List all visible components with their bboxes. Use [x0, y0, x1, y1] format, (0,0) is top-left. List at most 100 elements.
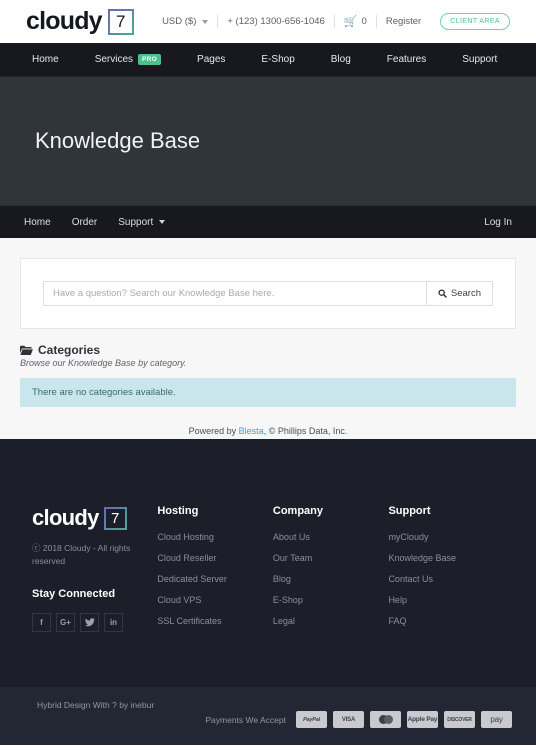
client-area-button[interactable]: CLIENT AREA: [440, 13, 510, 30]
search-form: Search: [43, 281, 493, 306]
footer-link[interactable]: Our Team: [273, 553, 389, 563]
footer-logo[interactable]: cloudy 7: [32, 505, 157, 531]
subnav-item-home[interactable]: Home: [24, 217, 51, 228]
amazon-pay-icon: pay: [481, 711, 512, 728]
nav-label: Features: [386, 54, 427, 65]
discover-icon: DISCOVER: [444, 711, 475, 728]
chevron-down-icon: [202, 19, 209, 24]
footer-column-heading: Support: [388, 505, 431, 517]
nav-item-support[interactable]: Support: [462, 54, 497, 65]
page-title: Knowledge Base: [35, 128, 201, 153]
linkedin-icon[interactable]: in: [104, 613, 123, 633]
footer-link[interactable]: Blog: [273, 574, 389, 584]
nav-item-pages[interactable]: Pages: [197, 54, 225, 65]
footer-logo-badge: 7: [104, 507, 127, 530]
design-credit: Hybrid Design With ? by inebur: [37, 700, 155, 710]
nav-item-blog[interactable]: Blog: [331, 54, 351, 65]
blesta-link[interactable]: Blesta: [239, 426, 264, 436]
cart-icon: 🛒: [343, 16, 358, 28]
divider: [333, 15, 335, 28]
footer-column-heading: Hosting: [157, 505, 199, 517]
chevron-down-icon: [159, 220, 166, 224]
footer-link[interactable]: Help: [388, 595, 504, 605]
social-links: f G+ in: [32, 613, 157, 633]
page-hero: Knowledge Base: [0, 77, 536, 205]
site-logo[interactable]: cloudy 7: [26, 9, 134, 35]
footer-link[interactable]: Contact Us: [388, 574, 504, 584]
phone-label: + (123) 1300-656-1046: [227, 16, 325, 27]
payments-label: Payments We Accept: [205, 714, 286, 725]
nav-label: Services: [94, 54, 134, 65]
footer-link[interactable]: FAQ: [388, 616, 504, 626]
footer-link[interactable]: E-Shop: [273, 595, 389, 605]
logo-badge: 7: [108, 9, 134, 35]
powered-prefix: Powered by: [188, 426, 239, 436]
login-label: Log In: [484, 216, 512, 228]
main-navigation: Home Services PRO Pages E-Shop Blog Feat…: [0, 43, 536, 77]
twitter-bird-icon: [84, 618, 95, 627]
footer-link[interactable]: SSL Certificates: [157, 616, 273, 626]
currency-selector[interactable]: USD ($): [162, 16, 209, 27]
subnav-label: Home: [24, 216, 51, 228]
footer-link[interactable]: Dedicated Server: [157, 574, 273, 584]
nav-label: Pages: [197, 54, 226, 65]
site-footer: cloudy 7 ⓒ 2018 Cloudy - All rights rese…: [0, 439, 536, 687]
register-link[interactable]: Register: [386, 16, 421, 27]
search-button[interactable]: Search: [425, 281, 493, 306]
facebook-icon[interactable]: f: [32, 613, 51, 633]
footer-link[interactable]: myCloudy: [388, 532, 504, 542]
divider: [430, 15, 431, 28]
google-plus-icon[interactable]: G+: [56, 613, 75, 633]
categories-subtitle: Browse our Knowledge Base by category.: [20, 358, 187, 368]
register-label: Register: [385, 16, 422, 27]
apple-pay-icon: Apple Pay: [407, 711, 438, 728]
footer-link[interactable]: Cloud Reseller: [157, 553, 273, 563]
nav-item-services[interactable]: Services PRO: [94, 54, 162, 65]
search-button-label: Search: [450, 288, 481, 299]
nav-item-features[interactable]: Features: [387, 54, 426, 65]
footer-column-company: Company About Us Our Team Blog E-Shop Le…: [273, 505, 389, 687]
footer-link[interactable]: Cloud VPS: [157, 595, 273, 605]
subnav-label: Order: [71, 216, 98, 228]
search-panel: Search: [20, 258, 516, 329]
footer-column-support: Support myCloudy Knowledge Base Contact …: [388, 505, 504, 687]
divider: [375, 15, 377, 28]
powered-suffix: , © Phillips Data, Inc.: [263, 426, 348, 436]
payment-methods: Payments We Accept PayPal VISA Apple Pay…: [205, 711, 512, 728]
footer-link[interactable]: Cloud Hosting: [157, 532, 273, 542]
pro-badge: PRO: [138, 54, 162, 65]
visa-icon: VISA: [333, 711, 364, 728]
folder-icon: [20, 345, 33, 355]
twitter-icon[interactable]: [80, 613, 99, 633]
top-bar: cloudy 7 USD ($) + (123) 1300-656-1046 🛒…: [0, 0, 536, 43]
logo-wordmark: cloudy: [26, 7, 103, 35]
footer-column-heading: Company: [272, 505, 324, 517]
subnav-item-support[interactable]: Support: [118, 216, 166, 228]
bottom-bar: Hybrid Design With ? by inebur Payments …: [0, 687, 536, 745]
mastercard-circle-right: [383, 715, 393, 724]
powered-by-line: Powered by Blesta, © Phillips Data, Inc.: [20, 407, 516, 436]
footer-logo-wordmark: cloudy: [32, 505, 99, 530]
footer-link[interactable]: About Us: [273, 532, 389, 542]
mastercard-icon: [370, 711, 401, 728]
footer-link[interactable]: Legal: [273, 616, 389, 626]
footer-link[interactable]: Knowledge Base: [388, 553, 504, 563]
cart-link[interactable]: 🛒 0: [344, 15, 367, 28]
nav-label: E-Shop: [261, 54, 295, 65]
footer-brand: cloudy 7 ⓒ 2018 Cloudy - All rights rese…: [32, 505, 157, 687]
paypal-icon: PayPal: [296, 711, 327, 728]
subnav-label: Support: [118, 216, 154, 228]
empty-categories-alert: There are no categories available.: [20, 378, 516, 407]
footer-column-hosting: Hosting Cloud Hosting Cloud Reseller Ded…: [157, 505, 273, 687]
categories-title: Categories: [38, 343, 101, 357]
nav-item-eshop[interactable]: E-Shop: [261, 54, 294, 65]
main-content: Search Categories Browse our Knowledge B…: [0, 238, 536, 439]
top-bar-utilities: USD ($) + (123) 1300-656-1046 🛒 0 Regist…: [162, 13, 510, 30]
search-input[interactable]: [43, 281, 426, 306]
subnav-item-order[interactable]: Order: [72, 217, 98, 228]
stay-connected-heading: Stay Connected: [32, 588, 116, 601]
nav-label: Blog: [330, 54, 351, 65]
nav-item-home[interactable]: Home: [32, 54, 59, 65]
login-link[interactable]: Log In: [484, 217, 512, 228]
phone-number[interactable]: + (123) 1300-656-1046: [227, 16, 324, 27]
